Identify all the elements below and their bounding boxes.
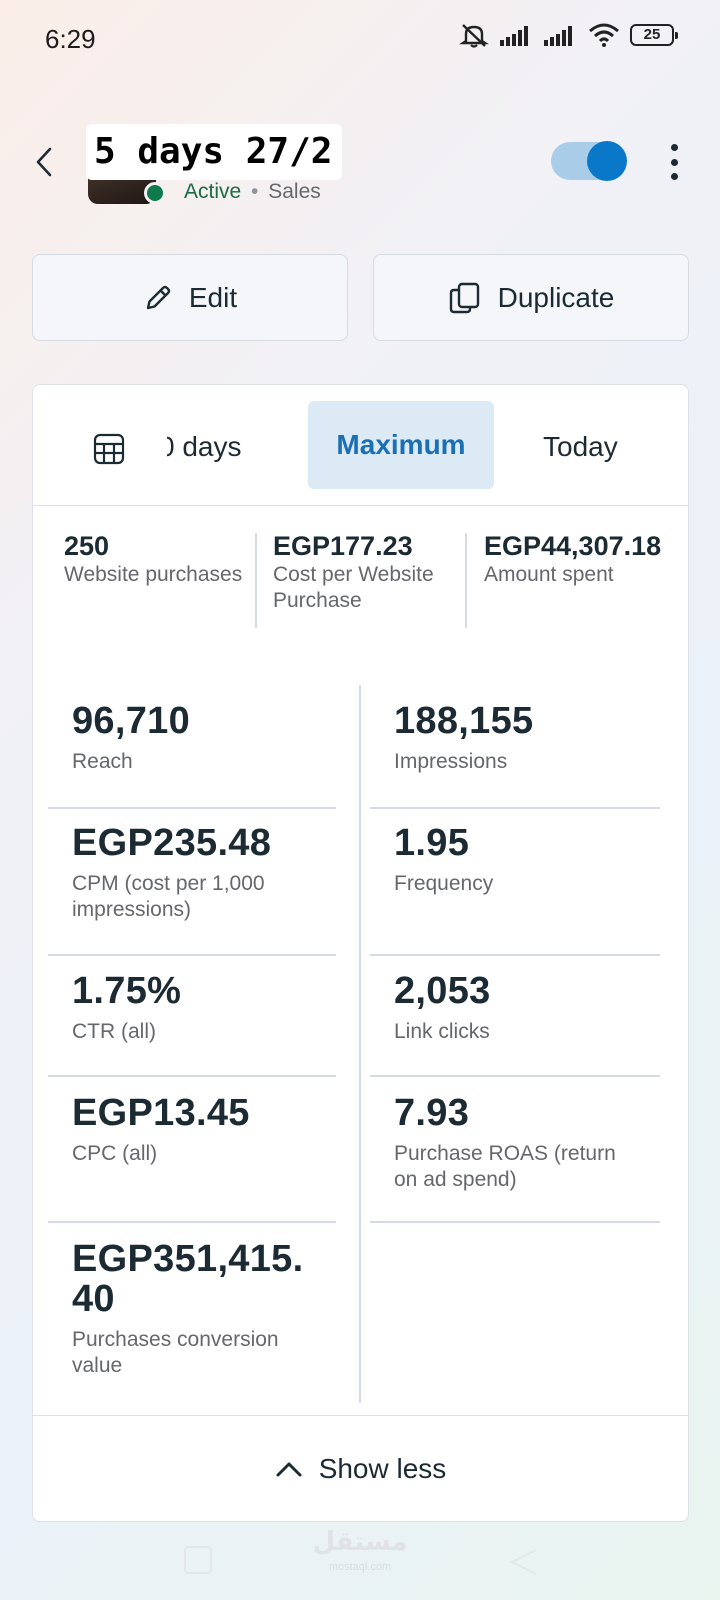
- metric-frequency: 1.95 Frequency: [394, 823, 684, 897]
- system-nav-bar: مستقل mostaql.com: [0, 1500, 720, 1600]
- campaign-toggle[interactable]: [551, 141, 627, 181]
- summary-row: 250 Website purchases EGP177.23 Cost per…: [33, 508, 688, 628]
- metric-divider: [370, 807, 660, 809]
- metric-label: CPM (cost per 1,000 impressions): [72, 872, 265, 921]
- duplicate-label: Duplicate: [497, 281, 615, 313]
- summary-label: Cost per Website Purchase: [273, 563, 434, 612]
- summary-divider: [255, 533, 257, 628]
- campaign-status-line: Active • Sales: [184, 180, 321, 204]
- metric-cpc: EGP13.45 CPC (all): [72, 1093, 362, 1167]
- status-active-label: Active: [184, 180, 242, 203]
- metric-divider: [370, 1075, 660, 1077]
- metric-label: Frequency: [394, 872, 494, 895]
- metric-label: CPC (all): [72, 1142, 158, 1165]
- metric-link-clicks: 2,053 Link clicks: [394, 971, 684, 1045]
- metric-value: 1.75%: [72, 970, 182, 1012]
- insights-card: 0 days Maximum Today 250 Website purchas…: [32, 384, 689, 1522]
- recent-apps-button[interactable]: [184, 1546, 212, 1574]
- edit-label: Edit: [188, 281, 238, 313]
- metric-label: Purchases conversion value: [72, 1328, 279, 1377]
- metric-label: Purchase ROAS (return on ad spend): [394, 1142, 616, 1191]
- summary-value: EGP44,307.18: [484, 531, 662, 561]
- metric-divider: [370, 1221, 660, 1223]
- metric-conversion-value: EGP351,415.40 Purchases conversion value: [72, 1239, 322, 1379]
- more-options-button[interactable]: [662, 140, 686, 184]
- metric-divider: [48, 807, 336, 809]
- pencil-icon: [146, 285, 171, 309]
- metric-label: Impressions: [394, 750, 508, 773]
- metric-value: 1.95: [394, 822, 470, 864]
- tab-maximum[interactable]: Maximum: [308, 401, 494, 489]
- active-status-dot: [144, 182, 166, 204]
- signal-icon: [544, 26, 572, 46]
- tab-days[interactable]: 0 days: [167, 431, 287, 463]
- metric-value: 96,710: [72, 700, 191, 742]
- metric-roas: 7.93 Purchase ROAS (return on ad spend): [394, 1093, 684, 1193]
- tab-today[interactable]: Today: [543, 431, 618, 463]
- metric-label: CTR (all): [72, 1020, 156, 1043]
- status-separator: •: [251, 180, 259, 203]
- status-time: 6:29: [45, 24, 96, 54]
- more-dot: [670, 144, 678, 151]
- tab-days-label: 0 days: [167, 431, 242, 462]
- calendar-grid-icon: [93, 433, 125, 465]
- objective-label: Sales: [268, 180, 321, 203]
- toggle-knob: [587, 141, 627, 181]
- metric-value: EGP235.48: [72, 822, 272, 864]
- metric-cpm: EGP235.48 CPM (cost per 1,000 impression…: [72, 823, 362, 923]
- metric-value: EGP351,415.40: [72, 1238, 304, 1320]
- nav-back-icon[interactable]: [508, 1546, 540, 1576]
- watermark-logo: مستقل mostaql.com: [300, 1528, 420, 1580]
- summary-item: EGP44,307.18 Amount spent: [484, 530, 662, 588]
- metric-reach: 96,710 Reach: [72, 701, 362, 775]
- metric-divider: [48, 1075, 336, 1077]
- duplicate-icon: [449, 282, 479, 313]
- summary-item: 250 Website purchases: [64, 530, 254, 588]
- chevron-left-icon: [36, 147, 52, 177]
- metric-label: Link clicks: [394, 1020, 490, 1043]
- metric-impressions: 188,155 Impressions: [394, 701, 684, 775]
- metric-value: 7.93: [394, 1092, 470, 1134]
- more-dot: [670, 158, 678, 166]
- summary-label: Amount spent: [484, 563, 614, 586]
- date-range-tabs: 0 days Maximum Today: [33, 385, 688, 506]
- summary-item: EGP177.23 Cost per Website Purchase: [273, 530, 458, 614]
- summary-value: EGP177.23: [273, 531, 413, 561]
- mute-bell-icon: [459, 24, 489, 48]
- campaign-title: 5 days 27/2: [86, 124, 343, 180]
- metric-value: 2,053: [394, 970, 491, 1012]
- summary-divider: [465, 533, 467, 628]
- metric-ctr: 1.75% CTR (all): [72, 971, 362, 1045]
- metric-value: 188,155: [394, 700, 534, 742]
- wifi-icon: [589, 23, 619, 47]
- duplicate-button[interactable]: Duplicate: [373, 254, 689, 341]
- metric-divider: [48, 954, 336, 956]
- metric-label: Reach: [72, 750, 133, 773]
- battery-icon: 25: [630, 24, 678, 46]
- edit-button[interactable]: Edit: [32, 254, 348, 341]
- calendar-icon[interactable]: [89, 429, 129, 469]
- metric-divider: [48, 1221, 336, 1223]
- back-button[interactable]: [26, 140, 62, 184]
- summary-label: Website purchases: [64, 563, 243, 586]
- metric-divider: [370, 954, 660, 956]
- show-less-label: Show less: [318, 1452, 447, 1484]
- more-dot: [670, 173, 678, 180]
- summary-value: 250: [64, 531, 110, 561]
- watermark-text: مستقل: [312, 1526, 408, 1556]
- signal-icon: [500, 26, 528, 46]
- watermark-sub: mostaql.com: [328, 1561, 392, 1573]
- metric-value: EGP13.45: [72, 1092, 250, 1134]
- status-icons: 25: [458, 22, 678, 48]
- status-bar: 6:29 25: [0, 0, 720, 78]
- chevron-up-icon: [276, 1462, 302, 1476]
